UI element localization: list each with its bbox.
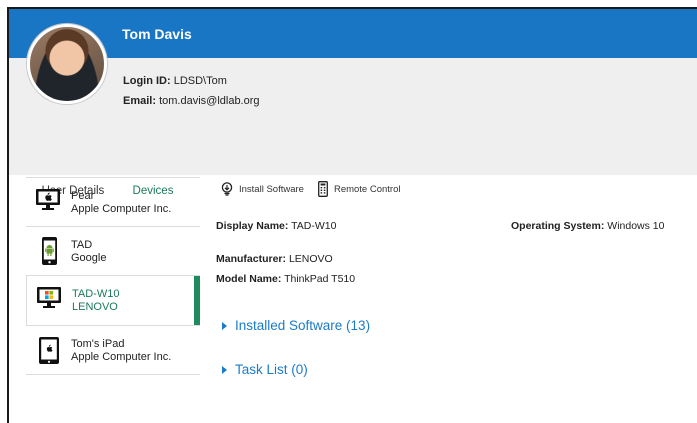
app-frame: Tom Davis Login ID: LDSD\Tom Email: tom.… [7,7,697,423]
install-software-button[interactable]: Install Software [221,182,304,196]
login-id-line: Login ID: LDSD\Tom [123,75,227,87]
model-name-label: Model Name: [216,273,282,285]
expand-triangle-icon [222,321,227,330]
install-software-label: Install Software [239,183,304,195]
email-label: Email: [123,95,157,107]
expand-triangle-icon [222,365,227,374]
display-name-label: Display Name: [216,220,289,232]
remote-control-button[interactable]: Remote Control [318,181,401,197]
login-id-label: Login ID: [123,75,171,87]
device-item-tad-w10[interactable]: TAD-W10 LENOVO [26,276,200,326]
operating-system-field: Operating System: Windows 10 [511,220,664,232]
model-name-field: Model Name: ThinkPad T510 [216,273,355,285]
user-name: Tom Davis [122,26,192,42]
task-list-label: Task List (0) [235,362,308,377]
device-item-toms-ipad[interactable]: Tom's iPad Apple Computer Inc. [26,326,200,375]
model-name-value: ThinkPad T510 [284,273,356,285]
device-name: TAD [71,239,93,251]
remote-control-label: Remote Control [333,183,401,195]
desktop-apple-icon [36,189,60,216]
manufacturer-field: Manufacturer: LENOVO [216,253,333,265]
operating-system-value: Windows 10 [607,220,665,232]
installed-software-toggle[interactable]: Installed Software (13) [222,318,370,333]
header-bar: Tom Davis [9,9,697,58]
device-item-tad[interactable]: TAD Google [26,227,200,276]
device-item-pear[interactable]: Pear Apple Computer Inc. [26,178,200,227]
manufacturer-value: LENOVO [288,253,333,265]
device-name: TAD-W10 [72,288,120,300]
display-name-field: Display Name: TAD-W10 [216,220,336,232]
remote-control-icon [318,181,328,197]
device-maker: Google [71,252,107,264]
device-text: Tom's iPad Apple Computer Inc. [71,338,171,364]
device-list: Pear Apple Computer Inc. TAD Google TAD-… [26,177,200,375]
device-text: TAD Google [71,239,106,265]
tablet-apple-icon [39,337,59,369]
operating-system-label: Operating System: [511,220,605,232]
device-toolbar: Install Software Remote Control [221,181,414,197]
avatar [27,24,107,104]
desktop-windows-icon [37,287,61,314]
device-maker: Apple Computer Inc. [71,351,172,363]
email-value: tom.davis@ldlab.org [159,95,260,107]
android-phone-icon [42,237,57,270]
device-name: Tom's iPad [71,338,125,350]
display-name-value: TAD-W10 [291,220,337,232]
profile-area: Login ID: LDSD\Tom Email: tom.davis@ldla… [9,58,697,207]
device-maker: Apple Computer Inc. [71,203,172,215]
installed-software-label: Installed Software (13) [235,318,371,333]
selected-indicator [194,276,200,325]
device-text: Pear Apple Computer Inc. [71,190,171,216]
login-id-value: LDSD\Tom [173,75,227,87]
install-software-icon [221,182,233,196]
email-line: Email: tom.davis@ldlab.org [123,95,260,107]
device-text: TAD-W10 LENOVO [72,288,119,314]
device-maker: LENOVO [72,301,118,313]
device-name: Pear [71,190,95,202]
task-list-toggle[interactable]: Task List (0) [222,362,308,377]
manufacturer-label: Manufacturer: [216,253,287,265]
